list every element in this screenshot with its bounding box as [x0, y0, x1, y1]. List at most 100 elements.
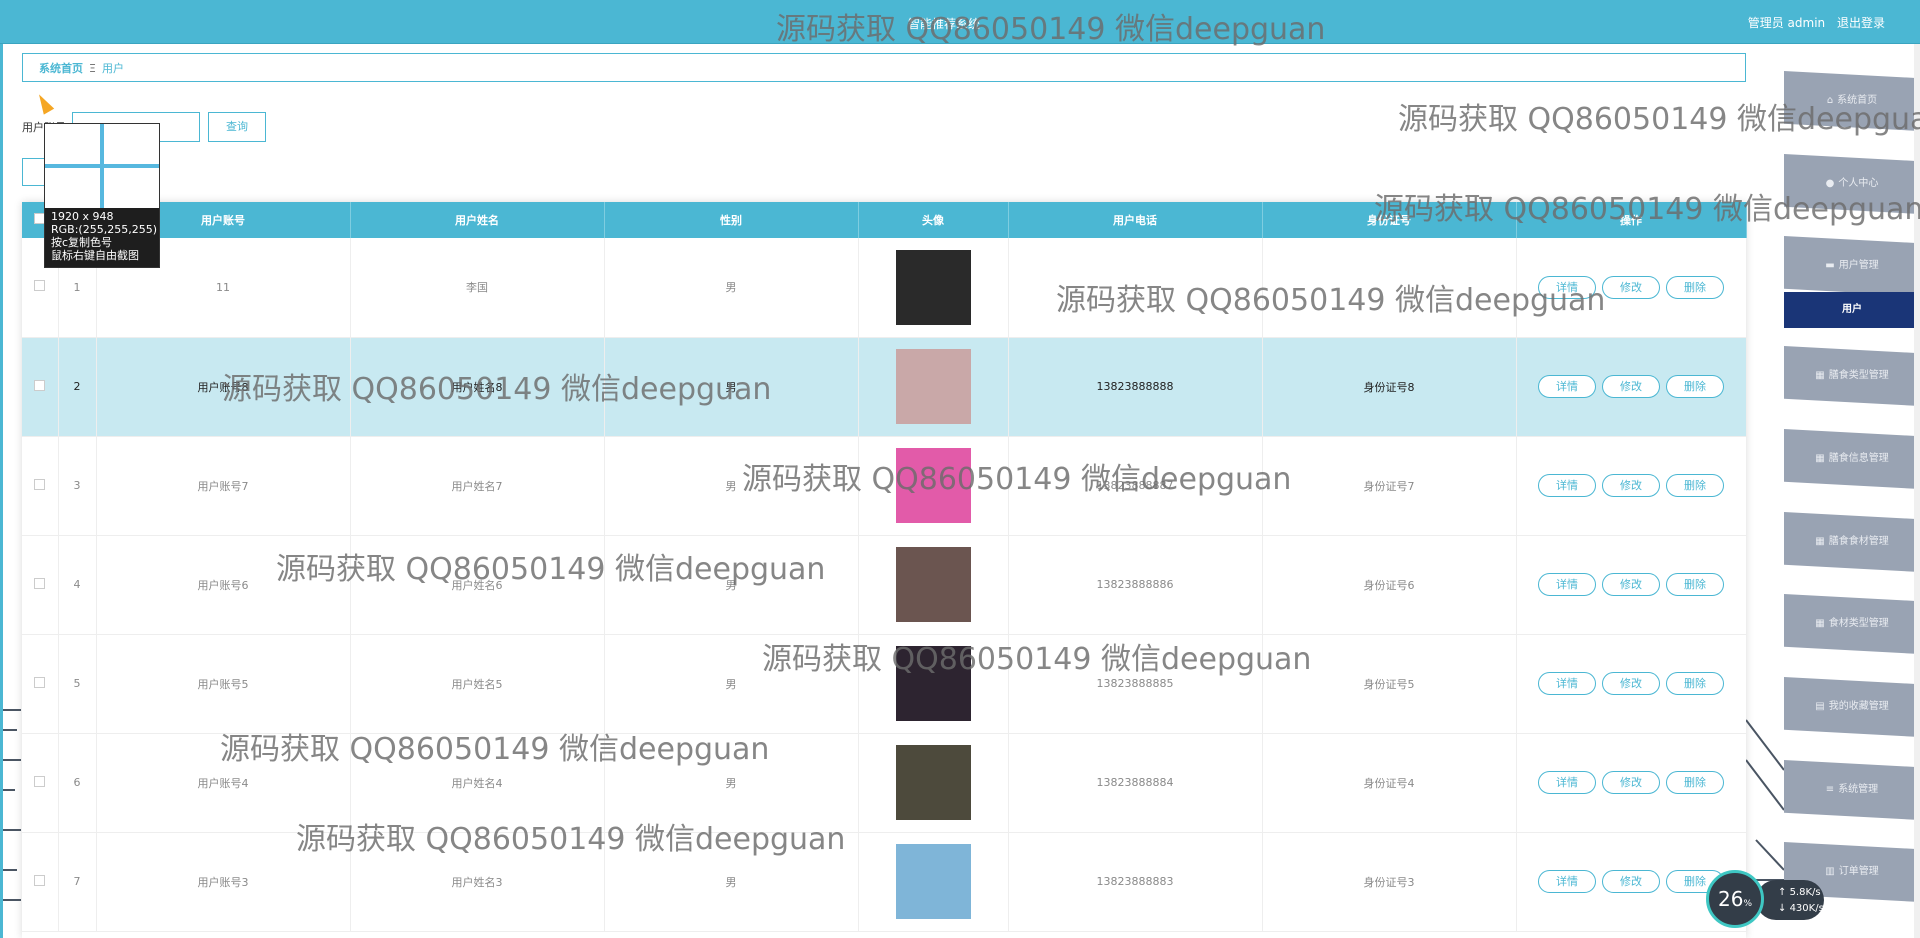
search-button[interactable]: 查询: [208, 112, 266, 142]
edit-button[interactable]: 修改: [1602, 375, 1660, 398]
row-checkbox-cell[interactable]: [22, 436, 59, 535]
row-checkbox[interactable]: [34, 775, 46, 787]
table-row[interactable]: 4 用户账号6 用户姓名6 男 13823888886 身份证号6 详情 修改 删除: [22, 535, 1747, 634]
row-checkbox[interactable]: [34, 379, 46, 391]
table-row[interactable]: 2 用户账号8 用户姓名8 男 13823888888 身份证号8 详情 修改 删除: [22, 337, 1747, 436]
delete-button[interactable]: 删除: [1666, 375, 1724, 398]
download-unit: K/s: [1808, 903, 1824, 914]
row-actions: 详情 修改 删除: [1516, 733, 1747, 832]
breadcrumb: 系统首页 Ξ 用户: [22, 53, 1746, 82]
detail-button[interactable]: 详情: [1538, 375, 1596, 398]
sidebar-item-9[interactable]: ≡ 系统管理: [1784, 760, 1920, 820]
row-gender: 男: [604, 733, 859, 832]
avatar: [895, 249, 971, 325]
avatar: [895, 349, 971, 424]
sidebar-item-3[interactable]: 用户: [1784, 292, 1920, 328]
menu-icon: ≡: [1825, 784, 1835, 795]
row-checkbox[interactable]: [34, 874, 46, 886]
row-checkbox-cell[interactable]: [22, 832, 59, 931]
table-row[interactable]: 5 用户账号5 用户姓名5 男 13823888885 身份证号5 详情 修改 删除: [22, 634, 1747, 733]
sidebar-item-0[interactable]: ⌂ 系统首页: [1784, 71, 1920, 131]
sidebar-item-label: 膳食类型管理: [1828, 370, 1889, 381]
row-checkbox[interactable]: [34, 577, 46, 589]
detail-button[interactable]: 详情: [1538, 771, 1596, 794]
table-row[interactable]: 3 用户账号7 用户姓名7 男 13823888887 身份证号7 详情 修改 删除: [22, 436, 1747, 535]
breadcrumb-home[interactable]: 系统首页: [39, 62, 83, 75]
table-row[interactable]: 1 11 李国男详情 修改 删除: [22, 238, 1747, 337]
row-checkbox[interactable]: [34, 478, 46, 490]
sidebar-item-2[interactable]: ▬ 用户管理: [1784, 236, 1920, 296]
row-name: 用户姓名3: [350, 832, 605, 931]
row-checkbox-cell[interactable]: [22, 634, 59, 733]
row-phone: 13823888886: [1008, 535, 1263, 634]
edit-button[interactable]: 修改: [1602, 474, 1660, 497]
row-actions: 详情 修改 删除: [1516, 436, 1747, 535]
table-icon: ▥: [1825, 866, 1835, 877]
row-name: 用户姓名6: [350, 535, 605, 634]
row-gender: 男: [604, 634, 859, 733]
sidebar-item-label: 订单管理: [1838, 866, 1879, 877]
magnifier-zoom: [45, 124, 159, 208]
scrollbar[interactable]: [1914, 44, 1920, 938]
sidebar-item-label: 膳食信息管理: [1828, 453, 1889, 464]
avatar: [895, 448, 971, 523]
user-icon: ●: [1825, 178, 1835, 189]
sidebar-item-label: 膳食食材管理: [1828, 536, 1889, 547]
sidebar-item-4[interactable]: ▦ 膳食类型管理: [1784, 346, 1920, 406]
row-checkbox-cell[interactable]: [22, 733, 59, 832]
row-avatar-cell: [858, 436, 1009, 535]
download-value: 430: [1789, 903, 1809, 914]
sidebar-item-8[interactable]: ▤ 我的收藏管理: [1784, 677, 1920, 737]
folder-icon: ▬: [1825, 260, 1835, 271]
row-checkbox[interactable]: [34, 676, 46, 688]
user-area: 管理员 admin 退出登录: [1740, 14, 1885, 31]
cpu-usage-circle: 26%: [1706, 870, 1764, 928]
row-id-card: 身份证号4: [1262, 733, 1517, 832]
row-actions: 详情 修改 删除: [1516, 238, 1747, 337]
detail-button[interactable]: 详情: [1538, 573, 1596, 596]
edit-button[interactable]: 修改: [1602, 573, 1660, 596]
edit-button[interactable]: 修改: [1602, 771, 1660, 794]
magnifier-rgb: RGB:(255,255,255): [51, 223, 157, 236]
magnifier-size: 1920 x 948: [51, 210, 114, 223]
row-gender: 男: [604, 337, 859, 436]
delete-button[interactable]: 删除: [1666, 672, 1724, 695]
row-index: 5: [58, 634, 97, 733]
table-row[interactable]: 7 用户账号3 用户姓名3 男 13823888883 身份证号3 详情 修改 删除: [22, 832, 1747, 931]
delete-button[interactable]: 删除: [1666, 771, 1724, 794]
delete-button[interactable]: 删除: [1666, 474, 1724, 497]
header-actions: 操作: [1516, 202, 1747, 238]
download-speed: ↓ 430K/s: [1778, 903, 1824, 914]
sidebar-item-6[interactable]: ▦ 膳食食材管理: [1784, 512, 1920, 572]
delete-button[interactable]: 删除: [1666, 275, 1724, 299]
screen-magnifier: 1920 x 948 RGB:(255,255,255) 按c复制色号 鼠标右键…: [44, 123, 160, 268]
logout-link[interactable]: 退出登录: [1837, 16, 1885, 30]
row-actions: 详情 修改 删除: [1516, 535, 1747, 634]
row-avatar-cell: [858, 337, 1009, 436]
clipboard-icon: ▤: [1815, 701, 1825, 712]
upload-value: 5.8: [1789, 887, 1806, 898]
row-id-card: [1262, 238, 1517, 337]
edit-button[interactable]: 修改: [1602, 870, 1660, 893]
sidebar-item-7[interactable]: ▦ 食材类型管理: [1784, 594, 1920, 654]
sidebar-item-label: 食材类型管理: [1828, 618, 1889, 629]
row-actions: 详情 修改 删除: [1516, 634, 1747, 733]
row-avatar-cell: [858, 832, 1009, 931]
delete-button[interactable]: 删除: [1666, 573, 1724, 596]
sidebar-item-5[interactable]: ▦ 膳食信息管理: [1784, 429, 1920, 489]
detail-button[interactable]: 详情: [1538, 474, 1596, 497]
detail-button[interactable]: 详情: [1538, 672, 1596, 695]
row-checkbox-cell[interactable]: [22, 535, 59, 634]
edit-button[interactable]: 修改: [1602, 672, 1660, 695]
row-checkbox-cell[interactable]: [22, 337, 59, 436]
detail-button[interactable]: 详情: [1538, 870, 1596, 893]
grid-icon: ▦: [1815, 618, 1825, 629]
edit-button[interactable]: 修改: [1602, 275, 1660, 299]
row-checkbox[interactable]: [34, 280, 46, 292]
top-header: 智能推荐系统 管理员 admin 退出登录: [0, 0, 1920, 44]
sidebar-item-1[interactable]: ● 个人中心: [1784, 154, 1920, 214]
decorative-lines-left: [3, 709, 21, 901]
detail-button[interactable]: 详情: [1538, 275, 1596, 299]
table-row[interactable]: 6 用户账号4 用户姓名4 男 13823888884 身份证号4 详情 修改 删除: [22, 733, 1747, 832]
cpu-percent: 26: [1717, 887, 1744, 911]
